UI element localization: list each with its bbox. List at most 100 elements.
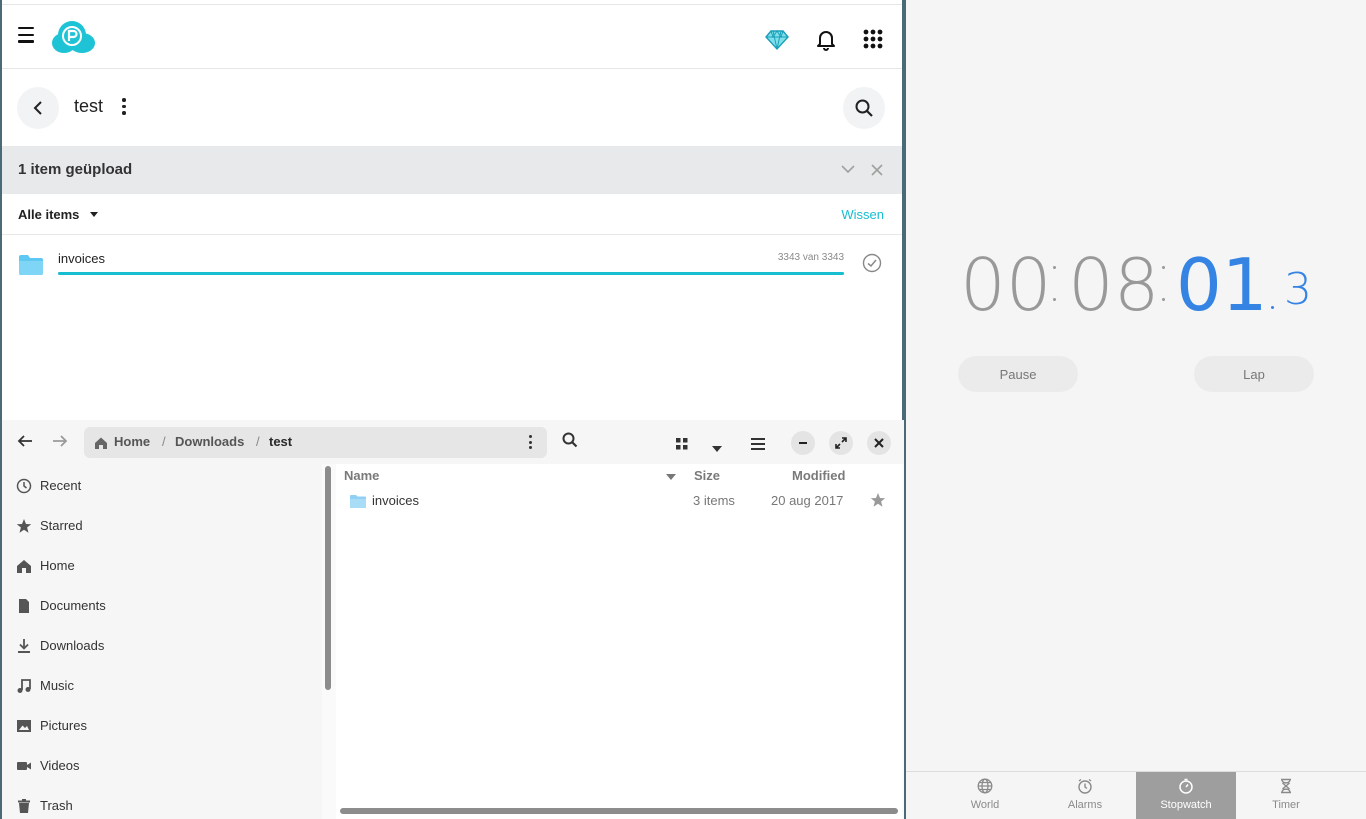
upload-progress-fill	[58, 272, 844, 275]
forward-arrow-icon[interactable]	[51, 432, 69, 454]
music-icon	[16, 678, 32, 694]
lap-button[interactable]: Lap	[1194, 356, 1314, 392]
download-icon	[16, 638, 32, 654]
sidebar-item-downloads[interactable]: Downloads	[2, 625, 322, 665]
home-icon	[16, 558, 32, 574]
check-circle-icon	[862, 253, 882, 277]
sidebar-item-label: Pictures	[40, 718, 87, 733]
sidebar-item-starred[interactable]: Starred	[2, 505, 322, 545]
picture-icon	[16, 718, 32, 734]
filter-dropdown-label[interactable]: Alle items	[18, 207, 79, 222]
sidebar-item-videos[interactable]: Videos	[2, 745, 322, 785]
file-size: 3 items	[693, 493, 735, 508]
bell-icon[interactable]	[814, 27, 838, 55]
clocks-tab-bar: World Alarms Stopwatch Timer	[906, 771, 1366, 819]
stopwatch-display: 00 08 01 3	[906, 240, 1366, 330]
hamburger-menu-icon[interactable]	[16, 27, 36, 45]
back-arrow-icon[interactable]	[16, 432, 34, 454]
upload-item: invoices 3343 van 3343	[2, 236, 902, 292]
sidebar-item-documents[interactable]: Documents	[2, 585, 322, 625]
sort-caret-icon[interactable]	[666, 474, 676, 480]
upload-item-name: invoices	[58, 251, 105, 266]
tab-world[interactable]: World	[935, 772, 1035, 819]
back-button[interactable]	[17, 87, 59, 129]
sidebar-item-label: Videos	[40, 758, 80, 773]
star-icon	[16, 518, 32, 534]
sidebar-item-pictures[interactable]: Pictures	[2, 705, 322, 745]
file-row[interactable]: invoices 3 items 20 aug 2017	[336, 488, 902, 512]
caret-down-icon[interactable]	[90, 212, 98, 217]
file-modified: 20 aug 2017	[771, 493, 844, 508]
column-header-modified[interactable]: Modified	[792, 468, 845, 483]
search-button[interactable]	[843, 87, 885, 129]
tab-label: Timer	[1272, 799, 1300, 811]
sidebar-item-label: Documents	[40, 598, 106, 613]
diamond-icon[interactable]	[764, 27, 790, 55]
files-window: Home / Downloads / test Recent Starred H…	[2, 420, 904, 819]
tab-alarms[interactable]: Alarms	[1035, 772, 1135, 819]
path-options-icon[interactable]	[527, 435, 533, 451]
close-window-button[interactable]	[867, 431, 891, 455]
maximize-icon	[835, 437, 847, 449]
sidebar-item-trash[interactable]: Trash	[2, 785, 322, 819]
maximize-button[interactable]	[829, 431, 853, 455]
sidebar-item-label: Downloads	[40, 638, 105, 653]
upload-item-count: 3343 van 3343	[777, 252, 844, 263]
stopwatch-hours: 00	[960, 243, 1052, 327]
stopwatch-minutes: 08	[1068, 243, 1160, 327]
star-icon[interactable]	[870, 492, 886, 512]
globe-icon	[977, 778, 993, 798]
pcloud-top-bar	[2, 4, 902, 69]
breadcrumb-current[interactable]: test	[269, 434, 292, 449]
colon-dot	[1162, 298, 1165, 301]
upload-filter-bar: Alle items Wissen	[2, 194, 902, 235]
path-bar: Home / Downloads / test	[84, 427, 547, 458]
folder-icon	[18, 254, 44, 280]
horizontal-scrollbar[interactable]	[340, 808, 898, 814]
tab-stopwatch[interactable]: Stopwatch	[1136, 772, 1236, 819]
column-header-name[interactable]: Name	[344, 468, 379, 483]
breadcrumb-separator: /	[162, 434, 166, 449]
tab-timer[interactable]: Timer	[1236, 772, 1336, 819]
folder-options-icon[interactable]	[118, 98, 130, 118]
search-icon[interactable]	[562, 432, 578, 452]
breadcrumb-separator: /	[256, 434, 260, 449]
home-icon[interactable]	[94, 435, 108, 454]
clear-link[interactable]: Wissen	[841, 207, 884, 222]
clock-icon	[16, 478, 32, 494]
breadcrumb-downloads[interactable]: Downloads	[175, 434, 244, 449]
pcloud-logo[interactable]	[48, 19, 96, 59]
video-icon	[16, 758, 32, 774]
column-header-size[interactable]: Size	[694, 468, 720, 483]
tab-label: World	[970, 799, 1000, 811]
view-options-caret-icon[interactable]	[711, 438, 723, 457]
pause-button[interactable]: Pause	[958, 356, 1078, 392]
clocks-window: 00 08 01 3 Pause Lap World Alarms Stopwa…	[906, 0, 1366, 819]
apps-grid-icon[interactable]	[863, 29, 883, 53]
sidebar-item-label: Music	[40, 678, 74, 693]
sidebar-item-home[interactable]: Home	[2, 545, 322, 585]
grid-view-icon[interactable]	[676, 435, 688, 454]
minimize-button[interactable]	[791, 431, 815, 455]
alarm-icon	[1077, 778, 1093, 798]
colon-dot	[1162, 266, 1165, 269]
stopwatch-icon	[1178, 778, 1194, 798]
colon-dot	[1053, 266, 1056, 269]
places-sidebar: Recent Starred Home Documents Downloads …	[2, 464, 322, 819]
sidebar-scrollbar[interactable]	[325, 466, 331, 690]
sidebar-item-recent[interactable]: Recent	[2, 465, 322, 505]
sidebar-item-label: Recent	[40, 478, 82, 493]
sidebar-item-label: Starred	[40, 518, 83, 533]
decimal-dot	[1271, 306, 1274, 309]
file-list-view: Name Size Modified invoices 3 items 20 a…	[336, 464, 902, 819]
close-icon[interactable]	[870, 162, 884, 181]
sidebar-item-music[interactable]: Music	[2, 665, 322, 705]
trash-icon	[16, 798, 32, 814]
document-icon	[16, 598, 32, 614]
upload-progress-bar	[58, 272, 844, 275]
file-name: invoices	[372, 493, 419, 508]
breadcrumb-home[interactable]: Home	[114, 434, 150, 449]
close-icon	[874, 438, 884, 448]
menu-icon[interactable]	[751, 435, 765, 454]
chevron-down-icon[interactable]	[840, 161, 856, 181]
